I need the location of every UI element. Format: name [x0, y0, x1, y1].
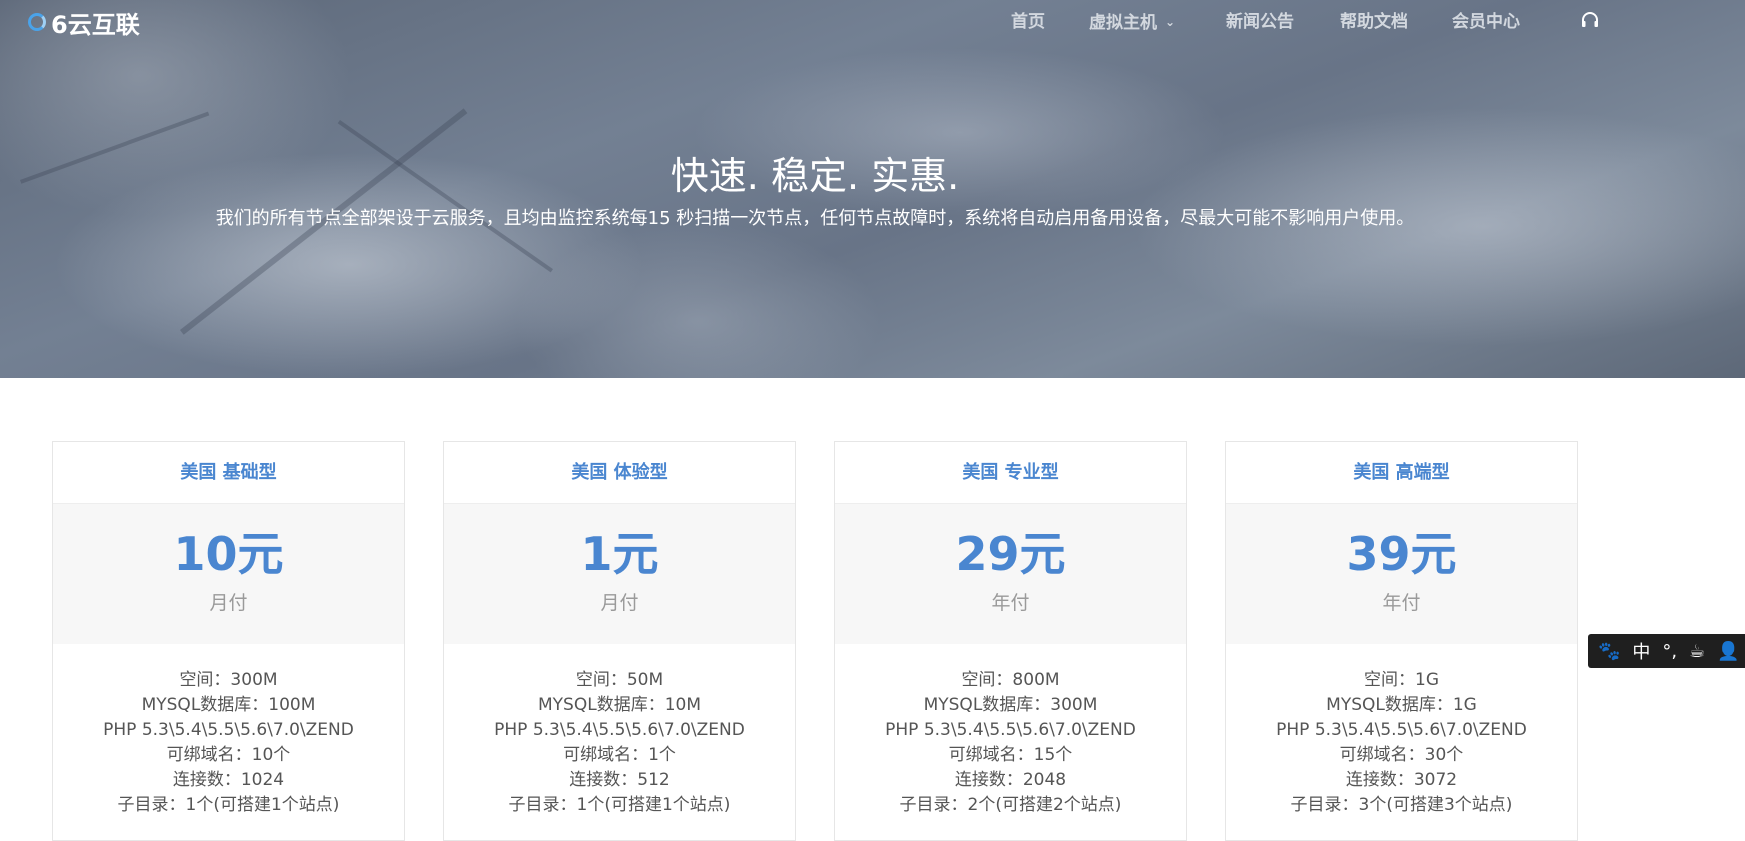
nav-item-home[interactable]: 首页 — [1011, 8, 1045, 36]
feature-item: PHP 5.3\5.4\5.5\5.6\7.0\ZEND — [494, 720, 745, 740]
feature-item: 子目录：1个(可搭建1个站点) — [508, 795, 731, 815]
feature-item: MYSQL数据库：300M — [923, 695, 1098, 715]
plan-card-trial[interactable]: 美国 体验型 1元 月付 空间：50M MYSQL数据库：10M PHP 5.3… — [443, 441, 796, 841]
plan-period: 年付 — [1382, 592, 1421, 614]
feature-item: 连接数：1024 — [172, 770, 285, 790]
hero-subtitle: 我们的所有节点全部架设于云服务，且均由监控系统每15 秒扫描一次节点，任何节点故… — [215, 208, 1415, 229]
nav-item-virtual-host[interactable]: 虚拟主机 ⌄ — [1089, 8, 1175, 36]
plan-price: 29元 — [955, 527, 1066, 581]
paw-icon[interactable]: 🐾 — [1598, 641, 1620, 662]
feature-item: PHP 5.3\5.4\5.5\5.6\7.0\ZEND — [1276, 720, 1527, 740]
plan-price: 10元 — [173, 527, 284, 581]
feature-item: 可绑域名：15个 — [948, 745, 1073, 765]
plan-name: 美国 基础型 — [53, 442, 404, 504]
plan-price: 39元 — [1346, 527, 1457, 581]
hero-title: 快速. 稳定. 实惠. — [670, 154, 960, 198]
hero-banner: 6云互联 首页 虚拟主机 ⌄ 新闻公告 帮助文档 会员中心 快速. 稳定. 实惠.… — [0, 0, 1745, 378]
logo-ring-icon — [28, 13, 46, 31]
feature-item: 空间：800M — [961, 670, 1060, 690]
plan-features: 空间：1G MYSQL数据库：1G PHP 5.3\5.4\5.5\5.6\7.… — [1226, 644, 1577, 818]
feature-item: 可绑域名：10个 — [166, 745, 291, 765]
plan-price: 1元 — [580, 527, 659, 581]
feature-item: PHP 5.3\5.4\5.5\5.6\7.0\ZEND — [885, 720, 1136, 740]
feature-item: 可绑域名：30个 — [1339, 745, 1464, 765]
feature-item: MYSQL数据库：10M — [538, 695, 701, 715]
plan-features: 空间：50M MYSQL数据库：10M PHP 5.3\5.4\5.5\5.6\… — [444, 644, 795, 818]
ime-toolbar[interactable]: 🐾 中 °, ☕ 👤 — [1588, 634, 1745, 668]
feature-item: MYSQL数据库：1G — [1326, 695, 1477, 715]
cup-icon[interactable]: ☕ — [1689, 641, 1705, 662]
feature-item: 空间：1G — [1364, 670, 1439, 690]
plan-features: 空间：800M MYSQL数据库：300M PHP 5.3\5.4\5.5\5.… — [835, 644, 1186, 818]
punctuation-icon[interactable]: °, — [1662, 641, 1677, 662]
feature-item: 可绑域名：1个 — [563, 745, 676, 765]
chevron-down-icon: ⌄ — [1165, 15, 1176, 29]
nav-item-member-center[interactable]: 会员中心 — [1452, 8, 1520, 36]
feature-item: PHP 5.3\5.4\5.5\5.6\7.0\ZEND — [103, 720, 354, 740]
feature-item: 连接数：512 — [569, 770, 670, 790]
plan-period: 月付 — [209, 592, 248, 614]
feature-item: 连接数：2048 — [954, 770, 1067, 790]
feature-item: 空间：50M — [575, 670, 664, 690]
plan-period: 月付 — [600, 592, 639, 614]
plan-name: 美国 体验型 — [444, 442, 795, 504]
plan-period: 年付 — [991, 592, 1030, 614]
plan-price-box: 29元 年付 — [835, 504, 1186, 644]
plan-name: 美国 高端型 — [1226, 442, 1577, 504]
plan-name: 美国 专业型 — [835, 442, 1186, 504]
site-logo[interactable]: 6云互联 — [28, 6, 140, 39]
feature-item: 子目录：3个(可搭建3个站点) — [1290, 795, 1513, 815]
feature-item: 空间：300M — [179, 670, 278, 690]
feature-item: MYSQL数据库：100M — [141, 695, 316, 715]
plan-price-box: 39元 年付 — [1226, 504, 1577, 644]
plan-features: 空间：300M MYSQL数据库：100M PHP 5.3\5.4\5.5\5.… — [53, 644, 404, 818]
plan-card-basic[interactable]: 美国 基础型 10元 月付 空间：300M MYSQL数据库：100M PHP … — [52, 441, 405, 841]
plan-card-pro[interactable]: 美国 专业型 29元 年付 空间：800M MYSQL数据库：300M PHP … — [834, 441, 1187, 841]
chinese-mode-icon[interactable]: 中 — [1632, 638, 1650, 664]
feature-item: 子目录：2个(可搭建2个站点) — [899, 795, 1122, 815]
plan-price-box: 10元 月付 — [53, 504, 404, 644]
user-icon[interactable]: 👤 — [1717, 641, 1739, 662]
feature-item: 子目录：1个(可搭建1个站点) — [117, 795, 340, 815]
nav-item-docs[interactable]: 帮助文档 — [1340, 8, 1408, 36]
plan-card-premium[interactable]: 美国 高端型 39元 年付 空间：1G MYSQL数据库：1G PHP 5.3\… — [1225, 441, 1578, 841]
plan-price-box: 1元 月付 — [444, 504, 795, 644]
feature-item: 连接数：3072 — [1345, 770, 1458, 790]
nav-item-label: 虚拟主机 — [1089, 13, 1157, 33]
nav-item-news[interactable]: 新闻公告 — [1226, 8, 1294, 36]
logo-text: 6云互联 — [51, 10, 140, 39]
headset-icon[interactable] — [1580, 10, 1600, 30]
